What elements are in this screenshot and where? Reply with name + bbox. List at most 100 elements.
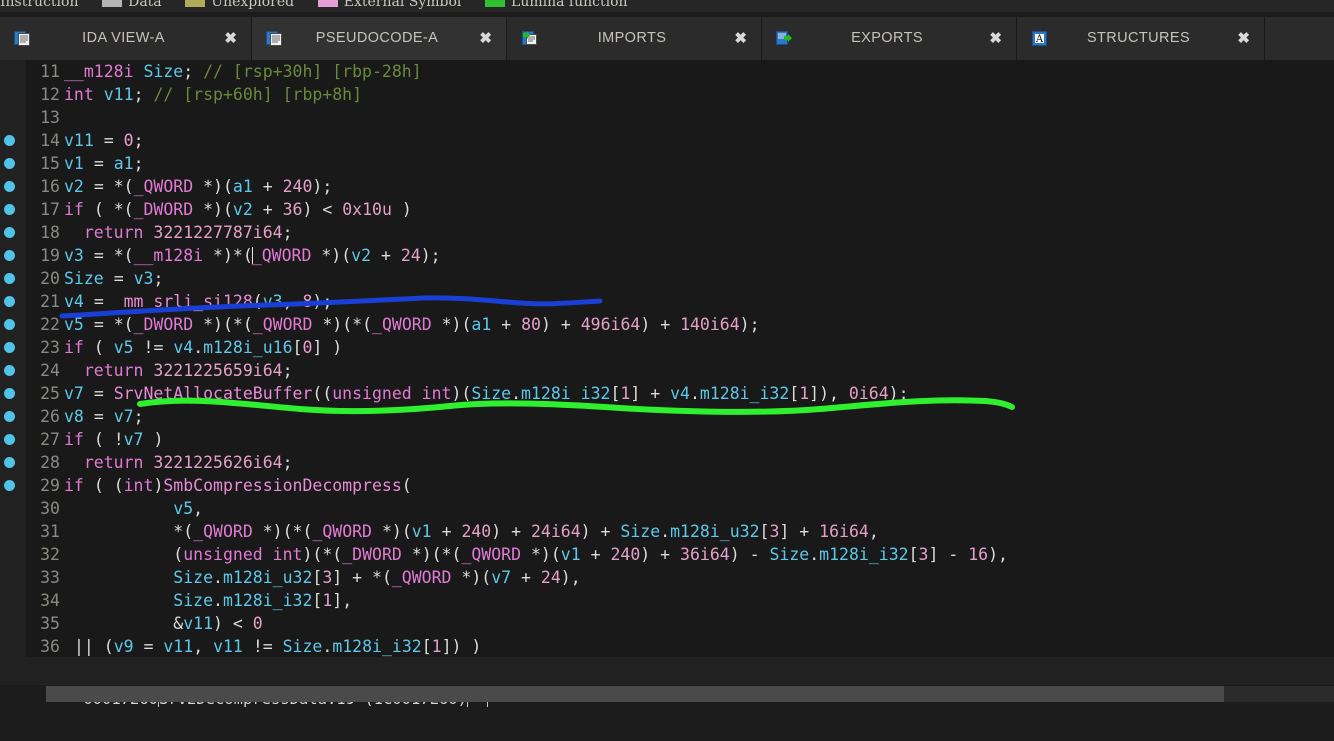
line-number: 29 [40,476,60,495]
line-number: 16 [40,177,60,196]
line-number: 13 [40,108,60,127]
close-icon[interactable]: ✖ [734,17,747,60]
code-text: v2 = *(_QWORD *)(a1 + 240); [64,177,333,196]
code-line[interactable]: 17 if ( *(_DWORD *)(v2 + 36) < 0x10u ) [0,198,1334,221]
scrollbar-corner [0,686,46,702]
code-text: || (v9 = v11, v11 != Size.m128i_i32[1]) … [73,637,482,656]
breakpoint-dot[interactable] [4,158,15,169]
code-line[interactable]: 18 return 3221227787i64; [0,221,1334,244]
code-line[interactable]: 35 &v11) < 0 [0,612,1334,635]
close-icon[interactable]: ✖ [479,17,492,60]
horizontal-scrollbar-thumb[interactable] [46,686,1224,702]
close-icon[interactable]: ✖ [224,17,237,60]
line-number: 15 [40,154,60,173]
horizontal-scrollbar-track[interactable] [46,686,1334,702]
legend-item-lumina-function: Lumina function [485,0,628,10]
legend-label: Lumina function [511,0,628,10]
code-text: *(_QWORD *)(*(_QWORD *)(v1 + 240) + 24i6… [173,522,879,541]
code-line[interactable]: 31 *(_QWORD *)(*(_QWORD *)(v1 + 240) + 2… [0,520,1334,543]
legend-label: Unexplored [211,0,295,10]
tab-label: PSEUDOCODE-A [315,30,439,46]
code-line[interactable]: 16 v2 = *(_QWORD *)(a1 + 240); [0,175,1334,198]
code-line[interactable]: 20 Size = v3; [0,267,1334,290]
breakpoint-dot[interactable] [4,388,15,399]
code-line[interactable]: 27 if ( !v7 ) [0,428,1334,451]
tab-label: IDA VIEW-A [82,30,165,46]
breakpoint-dot[interactable] [4,181,15,192]
legend-label: Data [128,0,162,10]
tab-ida-view-a[interactable]: IDA VIEW-A ✖ [0,17,252,60]
breakpoint-dot[interactable] [4,480,15,491]
breakpoint-dot[interactable] [4,365,15,376]
tab-structures[interactable]: A STRUCTURES ✖ [1017,17,1265,60]
legend-item-instruction: Instruction [0,0,78,9]
code-line[interactable]: 26 v8 = v7; [0,405,1334,428]
legend-item-data: Data [102,0,162,10]
legend-swatch-external-symbol [317,0,338,7]
pseudocode-editor[interactable]: 11 __m128i Size; // [rsp+30h] [rbp-28h] 12… [0,60,1334,657]
close-icon[interactable]: ✖ [1237,17,1250,60]
breakpoint-dot[interactable] [4,296,15,307]
tab-pseudocode-a[interactable]: PSEUDOCODE-A ✖ [252,17,507,60]
code-line[interactable]: 34 Size.m128i_i32[1], [0,589,1334,612]
code-text: Size = v3; [64,269,164,288]
breakpoint-dot[interactable] [4,227,15,238]
code-text: if ( v5 != v4.m128i_u16[0] ) [64,338,343,357]
tab-imports[interactable]: IMPORTS ✖ [507,17,762,60]
line-number: 34 [40,591,60,610]
breakpoint-dot[interactable] [4,342,15,353]
code-text: return 3221225659i64; [83,361,293,380]
code-line[interactable]: 28 return 3221225626i64; [0,451,1334,474]
document-icon [14,30,31,47]
imports-icon [521,30,538,47]
line-number: 17 [40,200,60,219]
code-line[interactable]: 21 v4 = _mm_srli_si128(v3, 8); [0,290,1334,313]
code-line[interactable]: 25 v7 = SrvNetAllocateBuffer((unsigned in… [0,382,1334,405]
code-line[interactable]: 22 v5 = *(_DWORD *)(*(_QWORD *)(*(_QWORD … [0,313,1334,336]
line-number: 28 [40,453,60,472]
code-line[interactable]: 32 (unsigned int)(*(_DWORD *)(*(_QWORD *… [0,543,1334,566]
status-bar: 00017260Srv2DecompressData:19 (1C0017E60… [0,657,1334,708]
code-line[interactable]: 30 v5, [0,497,1334,520]
code-text: int v11; // [rsp+60h] [rbp+8h] [64,85,363,104]
svg-text:A: A [1035,34,1044,45]
line-number: 18 [40,223,60,242]
breakpoint-dot[interactable] [4,457,15,468]
line-number: 36 [40,637,60,656]
code-text: if ( !v7 ) [64,430,164,449]
close-icon[interactable]: ✖ [989,17,1002,60]
code-line[interactable]: 12 int v11; // [rsp+60h] [rbp+8h] [0,83,1334,106]
code-line[interactable]: 14 v11 = 0; [0,129,1334,152]
code-line[interactable]: 33 Size.m128i_u32[3] + *(_QWORD *)(v7 + … [0,566,1334,589]
line-number: 11 [40,62,60,81]
code-line[interactable]: 19 v3 = *(__m128i *)*(_QWORD *)(v2 + 24); [0,244,1334,267]
breakpoint-dot[interactable] [4,434,15,445]
legend-item-external-symbol: External Symbol [317,0,461,9]
code-text: __m128i Size; // [rsp+30h] [rbp-28h] [64,62,422,81]
code-line[interactable]: 15 v1 = a1; [0,152,1334,175]
code-line[interactable]: 36 || (v9 = v11, v11 != Size.m128i_i32[1… [0,635,1334,657]
code-line[interactable]: 13 [0,106,1334,129]
code-line[interactable]: 23 if ( v5 != v4.m128i_u16[0] ) [0,336,1334,359]
code-line[interactable]: 24 return 3221225659i64; [0,359,1334,382]
tab-exports[interactable]: EXPORTS ✖ [762,17,1017,60]
breakpoint-dot[interactable] [4,319,15,330]
breakpoint-dot[interactable] [4,250,15,261]
line-number: 23 [40,338,60,357]
tab-label: IMPORTS [597,30,667,46]
line-number: 14 [40,131,60,150]
legend-item-unexplored: Unexplored [185,0,295,10]
breakpoint-dot[interactable] [4,204,15,215]
code-text: v3 = *(__m128i *)*(_QWORD *)(v2 + 24); [64,246,441,265]
breakpoint-dot[interactable] [4,411,15,422]
code-line[interactable]: 29 if ( (int)SmbCompressionDecompress( [0,474,1334,497]
code-text: v11 = 0; [64,131,144,150]
code-text: Size.m128i_u32[3] + *(_QWORD *)(v7 + 24)… [173,568,581,587]
line-number: 31 [40,522,60,541]
exports-icon [776,30,793,47]
code-text: &v11) < 0 [173,614,263,633]
breakpoint-dot[interactable] [4,273,15,284]
breakpoint-dot[interactable] [4,135,15,146]
code-line[interactable]: 11 __m128i Size; // [rsp+30h] [rbp-28h] [0,60,1334,83]
line-number: 32 [40,545,60,564]
